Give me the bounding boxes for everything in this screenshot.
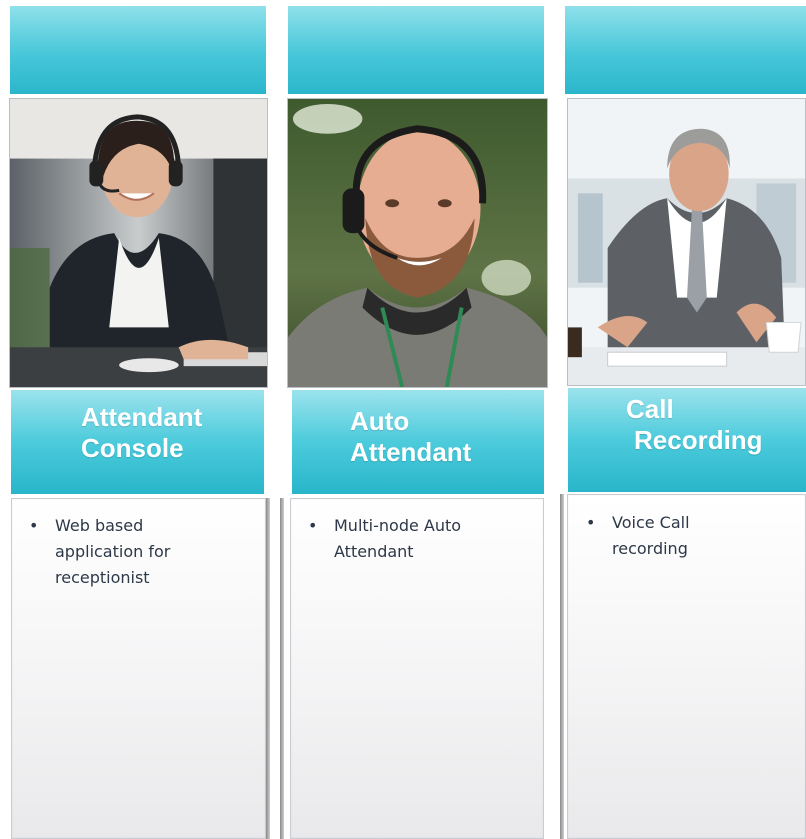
title-box: Call Recording [568, 388, 806, 492]
column-header-bar [10, 6, 266, 94]
column-attendant-console: Attendant Console • Web based applicatio… [0, 0, 280, 839]
title-line-1: Call [626, 394, 674, 424]
column-edge [280, 498, 284, 839]
bullet-line: Web based [55, 516, 144, 535]
title-line-2: Recording [634, 425, 763, 455]
column-edge [560, 494, 564, 839]
bullet-item: • Multi-node Auto Attendant [308, 513, 534, 565]
title-line-1: Attendant [81, 402, 203, 432]
bullet-icon: • [308, 516, 318, 535]
bullet-line: Multi-node Auto [334, 516, 462, 535]
title-box: Auto Attendant [292, 390, 544, 494]
bullet-line: Attendant [334, 542, 414, 561]
column-header-bar [565, 6, 806, 94]
title-line-2: Console [81, 433, 184, 463]
column-edge [266, 498, 270, 839]
column-auto-attendant: Auto Attendant • Multi-node Auto Attenda… [280, 0, 560, 839]
column-header-bar [288, 6, 544, 94]
title-line-1: Auto [350, 406, 410, 436]
bullet-line: Voice Call [612, 513, 690, 532]
column-call-recording: Call Recording • Voice Call recording [560, 0, 806, 839]
title-line-2: Attendant [350, 437, 472, 467]
bullet-line: recording [612, 539, 688, 558]
bullet-icon: • [29, 516, 39, 535]
man-with-headset-photo [287, 98, 548, 388]
receptionist-with-headset-photo [9, 98, 268, 388]
bullet-item: • Voice Call recording [586, 510, 792, 562]
bullet-icon: • [586, 513, 596, 532]
bullet-line: receptionist [55, 568, 150, 587]
title-box: Attendant Console [11, 390, 264, 494]
bullet-line: application for [55, 542, 171, 561]
businessman-in-meeting-photo [567, 98, 806, 386]
bullet-item: • Web based application for receptionist [29, 513, 255, 591]
